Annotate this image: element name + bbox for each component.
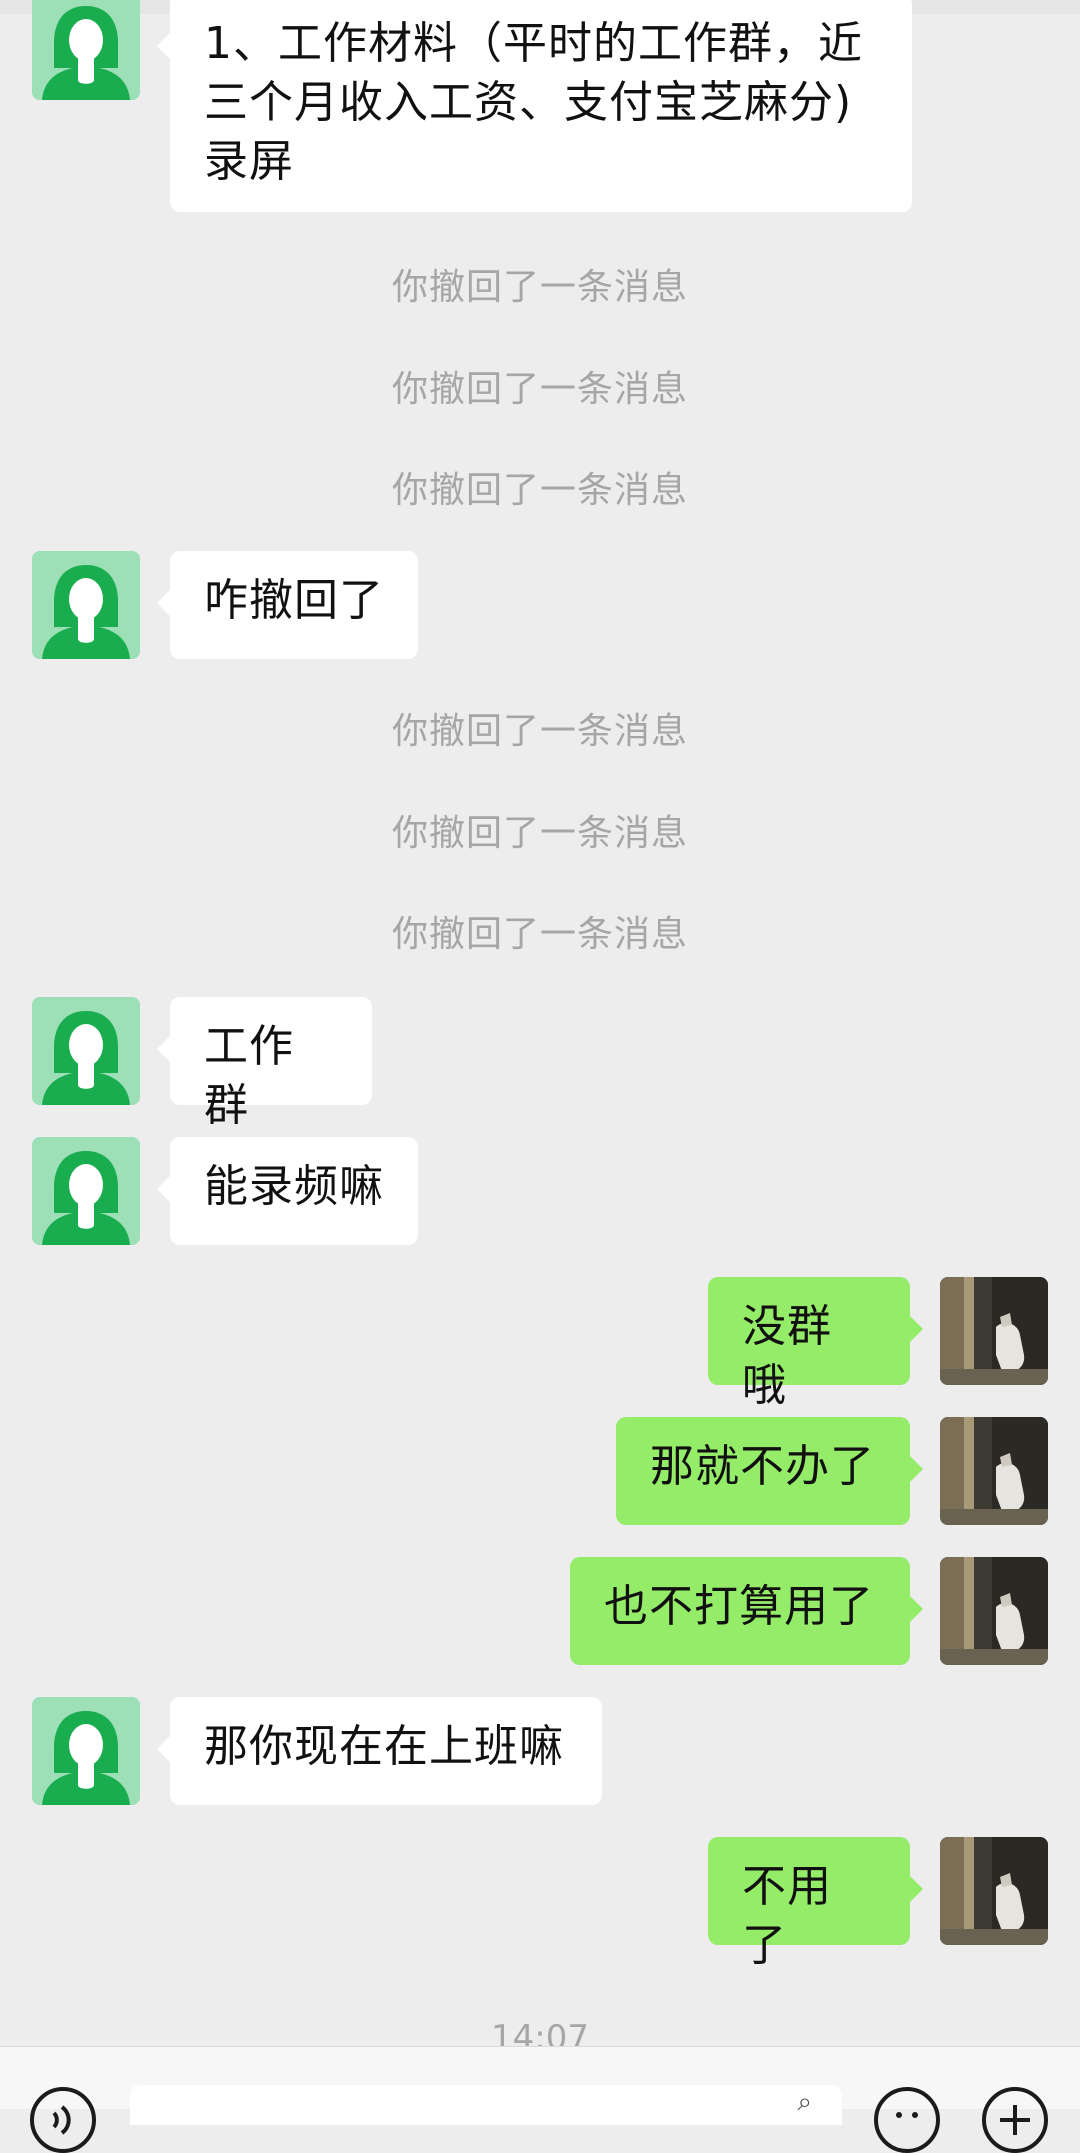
photo-avatar-icon: [940, 1277, 1048, 1385]
message-text: 那就不办了: [650, 1441, 875, 1492]
message-text: 咋撤回了: [204, 575, 384, 626]
incoming-message-bubble[interactable]: 那你现在在上班嘛: [157, 1697, 602, 1805]
message-text: 能录频嘛: [204, 1161, 384, 1212]
incoming-message-bubble[interactable]: 工作群: [157, 997, 372, 1131]
contact-avatar-icon: [32, 551, 140, 659]
bubble-tail: [909, 1455, 923, 1483]
my-avatar[interactable]: [940, 1837, 1048, 1945]
incoming-message-bubble[interactable]: 1、工作材料（平时的工作群，近 三个月收入工资、支付宝芝麻分) 录屏: [157, 0, 912, 212]
contact-avatar-icon: [32, 0, 140, 100]
photo-avatar-icon: [940, 1837, 1048, 1945]
message-text: 那你现在在上班嘛: [204, 1721, 564, 1772]
outgoing-message-bubble[interactable]: 不用了: [708, 1837, 923, 1971]
recall-notice: 你撤回了一条消息: [391, 369, 688, 410]
bubble-tail: [909, 1875, 923, 1903]
contact-avatar-icon: [32, 1697, 140, 1805]
message-text-line: 录屏: [204, 136, 294, 187]
recall-notice: 你撤回了一条消息: [391, 267, 688, 308]
recall-notice: 你撤回了一条消息: [391, 470, 688, 511]
bubble-tail: [157, 1175, 171, 1203]
voice-button[interactable]: [30, 2087, 96, 2153]
bubble-tail: [157, 32, 171, 60]
message-text: 也不打算用了: [604, 1581, 874, 1632]
emoji-icon: [896, 2112, 918, 2118]
bubble-tail: [909, 1315, 923, 1343]
outgoing-message-bubble[interactable]: 也不打算用了: [570, 1557, 923, 1665]
bubble-tail: [157, 1035, 171, 1063]
message-text: 不用了: [742, 1861, 832, 1971]
contact-avatar-icon: [32, 1137, 140, 1245]
photo-avatar-icon: [940, 1557, 1048, 1665]
incoming-message-bubble[interactable]: 咋撤回了: [157, 551, 418, 659]
recall-notice: 你撤回了一条消息: [391, 914, 688, 955]
recall-notice: 你撤回了一条消息: [391, 711, 688, 752]
message-input[interactable]: ⌕: [130, 2085, 842, 2125]
contact-avatar[interactable]: [32, 997, 140, 1105]
plus-button[interactable]: [982, 2087, 1048, 2153]
plus-icon: [1000, 2105, 1030, 2135]
recall-notice: 你撤回了一条消息: [391, 813, 688, 854]
bubble-tail: [909, 1595, 923, 1623]
outgoing-message-bubble[interactable]: 那就不办了: [616, 1417, 923, 1525]
message-text-line: 三个月收入工资、支付宝芝麻分): [204, 77, 853, 128]
my-avatar[interactable]: [940, 1417, 1048, 1525]
contact-avatar[interactable]: [32, 1137, 140, 1245]
emoji-button[interactable]: [874, 2087, 940, 2153]
bubble-tail: [157, 1735, 171, 1763]
my-avatar[interactable]: [940, 1277, 1048, 1385]
contact-avatar[interactable]: [32, 1697, 140, 1805]
message-text: 工作群: [204, 1021, 294, 1131]
contact-avatar-icon: [32, 997, 140, 1105]
message-text: 没群哦: [742, 1301, 832, 1411]
incoming-message-bubble[interactable]: 能录频嘛: [157, 1137, 418, 1245]
voice-icon: [52, 2105, 71, 2135]
message-text-line: 1、工作材料（平时的工作群，近: [204, 18, 863, 69]
my-avatar[interactable]: [940, 1557, 1048, 1665]
outgoing-message-bubble[interactable]: 没群哦: [708, 1277, 923, 1411]
input-hint-icon: ⌕: [797, 2087, 812, 2117]
input-bar: ⌕: [0, 2046, 1080, 2153]
photo-avatar-icon: [940, 1417, 1048, 1525]
bubble-tail: [157, 589, 171, 617]
contact-avatar[interactable]: [32, 0, 140, 100]
contact-avatar[interactable]: [32, 551, 140, 659]
